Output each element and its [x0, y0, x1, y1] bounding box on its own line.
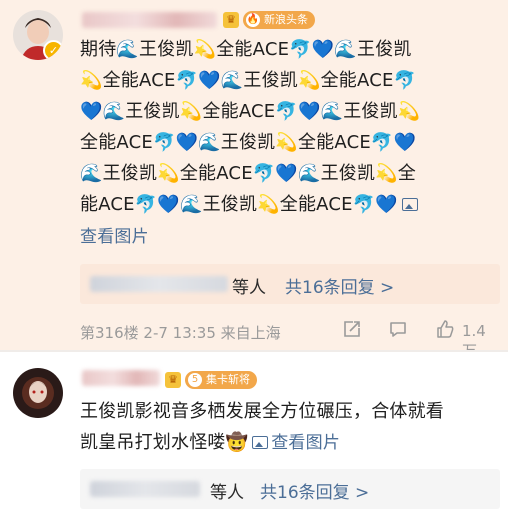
crown-icon: ♛	[223, 12, 239, 28]
honor-pill[interactable]: 5 集卡斩将	[185, 371, 257, 389]
fire-icon: 🔥	[246, 13, 260, 27]
replies-summary[interactable]: 等人 共16条回复 >	[80, 469, 500, 509]
floor-meta: 第316楼 2-7 13:35 来自上海	[80, 324, 281, 342]
comment-text-line: 王俊凯影视音多栖发展全方位碾压，合体就看	[80, 401, 444, 422]
crown-icon: ♛	[165, 372, 181, 388]
replier-names-blurred	[90, 481, 200, 497]
replies-etc-label: 等人	[210, 483, 244, 503]
sword-icon: 5	[188, 373, 202, 387]
comment-footer: 第316楼 2-7 13:35 来自上海 1.4万	[80, 318, 500, 360]
avatar[interactable]	[13, 368, 63, 418]
view-image-label[interactable]: 查看图片	[271, 433, 340, 453]
comment-text: 王俊凯影视音多栖发展全方位碾压，合体就看 凯皇吊打划水怪喽🤠 查看图片	[80, 396, 500, 459]
view-image-link[interactable]: 查看图片	[248, 433, 340, 453]
replies-summary[interactable]: 等人 共16条回复 >	[80, 264, 500, 304]
comment-text: 期待🌊王俊凯💫全能ACE🐬💙🌊王俊凯 💫全能ACE🐬💙🌊王俊凯💫全能ACE🐬 💙…	[80, 34, 500, 253]
comment-text-segment: 凯皇吊打划水怪喽🤠	[80, 432, 249, 453]
comment-text-line: 凯皇吊打划水怪喽🤠 查看图片	[80, 427, 500, 459]
replies-total-link[interactable]: 共16条回复 >	[260, 478, 369, 503]
comment-highlighted: ✓ ♛ 🔥 新浪头条 期待🌊王俊凯💫全能ACE🐬💙🌊王俊凯 💫全能ACE🐬💙🌊王俊…	[0, 0, 508, 360]
avatar-image	[13, 368, 63, 418]
honor-pill-label: 新浪头条	[264, 13, 308, 26]
replies-etc-label: 等人	[232, 278, 266, 298]
comment-text-line: 💙🌊王俊凯💫全能ACE🐬💙🌊王俊凯💫	[80, 101, 421, 122]
comment-text-segment: 能ACE🐬💙🌊王俊凯💫全能ACE🐬💙	[80, 194, 398, 215]
comment-text-line: 💫全能ACE🐬💙🌊王俊凯💫全能ACE🐬	[80, 70, 417, 91]
avatar[interactable]: ✓	[13, 10, 63, 60]
image-icon	[401, 198, 418, 211]
comment-text-line: 期待🌊王俊凯💫全能ACE🐬💙🌊王俊凯	[80, 39, 412, 60]
view-image-link-icon-wrap[interactable]	[398, 195, 421, 215]
comment-text-line: 全能ACE🐬💙🌊王俊凯💫全能ACE🐬💙	[80, 132, 417, 153]
username-blurred[interactable]	[82, 370, 160, 386]
honor-pill[interactable]: 🔥 新浪头条	[243, 11, 315, 29]
share-icon[interactable]	[342, 319, 362, 339]
replies-total-link[interactable]: 共16条回复 >	[285, 273, 394, 298]
verified-badge-icon: ✓	[43, 40, 63, 60]
thumb-up-icon[interactable]	[435, 319, 455, 339]
comment-icon[interactable]	[388, 319, 408, 339]
username-blurred[interactable]	[82, 12, 217, 28]
honor-pill-label: 集卡斩将	[206, 373, 250, 386]
image-icon	[252, 436, 269, 449]
view-image-link[interactable]: 查看图片	[80, 227, 149, 247]
comment-text-line: 能ACE🐬💙🌊王俊凯💫全能ACE🐬💙	[80, 189, 500, 221]
replier-names-blurred	[90, 276, 228, 292]
comment-text-line: 🌊王俊凯💫全能ACE🐬💙🌊王俊凯💫全	[80, 163, 417, 184]
